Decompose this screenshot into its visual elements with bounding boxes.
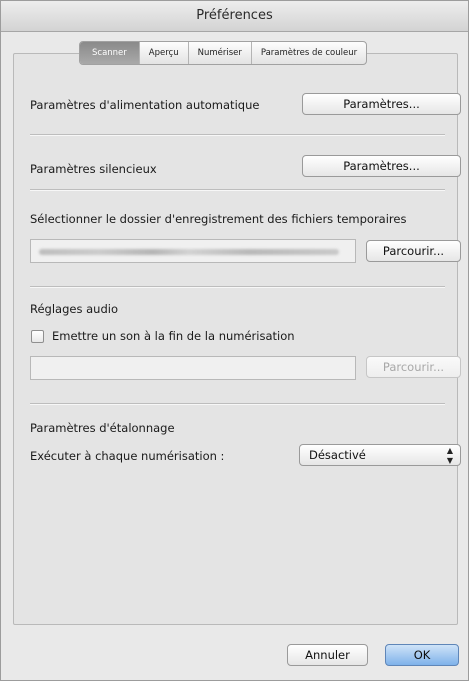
tab-parametres-couleur[interactable]: Paramètres de couleur <box>250 42 366 64</box>
separator <box>30 403 445 405</box>
ok-button[interactable]: OK <box>385 644 459 666</box>
temp-folder-path-field[interactable] <box>30 239 356 263</box>
separator <box>30 134 445 136</box>
separator <box>30 286 445 288</box>
calibration-select-value: Désactivé <box>309 448 366 462</box>
audio-browse-button[interactable]: Parcourir... <box>366 356 461 378</box>
calibration-heading: Paramètres d'étalonnage <box>30 421 175 435</box>
preferences-window: Préférences Scanner Aperçu Numériser Par… <box>0 0 469 681</box>
settings-panel: Paramètres d'alimentation automatique Pa… <box>13 53 461 625</box>
silent-settings-button[interactable]: Paramètres... <box>302 155 461 177</box>
audio-path-field[interactable] <box>30 356 356 380</box>
separator <box>30 189 445 191</box>
tab-bar: Scanner Aperçu Numériser Paramètres de c… <box>79 41 368 65</box>
audio-checkbox-label: Emettre un son à la fin de la numérisati… <box>52 329 295 343</box>
audio-heading: Réglages audio <box>30 302 118 316</box>
tab-apercu[interactable]: Aperçu <box>138 42 188 64</box>
tab-numeriser[interactable]: Numériser <box>187 42 251 64</box>
auto-feed-label: Paramètres d'alimentation automatique <box>30 98 260 112</box>
calibration-select[interactable]: Désactivé ▲ ▼ <box>299 444 461 466</box>
tab-scanner[interactable]: Scanner <box>80 42 139 64</box>
audio-checkbox[interactable] <box>31 330 44 343</box>
calibration-label: Exécuter à chaque numérisation : <box>30 449 225 463</box>
auto-feed-settings-button[interactable]: Paramètres... <box>302 93 461 115</box>
temp-folder-label: Sélectionner le dossier d'enregistrement… <box>30 212 407 226</box>
temp-folder-browse-button[interactable]: Parcourir... <box>366 240 461 262</box>
blurred-path-text <box>39 249 339 255</box>
silent-label: Paramètres silencieux <box>30 162 157 176</box>
cancel-button[interactable]: Annuler <box>287 644 368 666</box>
window-title: Préférences <box>1 1 468 32</box>
up-down-chevron-icon: ▲ ▼ <box>446 446 453 465</box>
